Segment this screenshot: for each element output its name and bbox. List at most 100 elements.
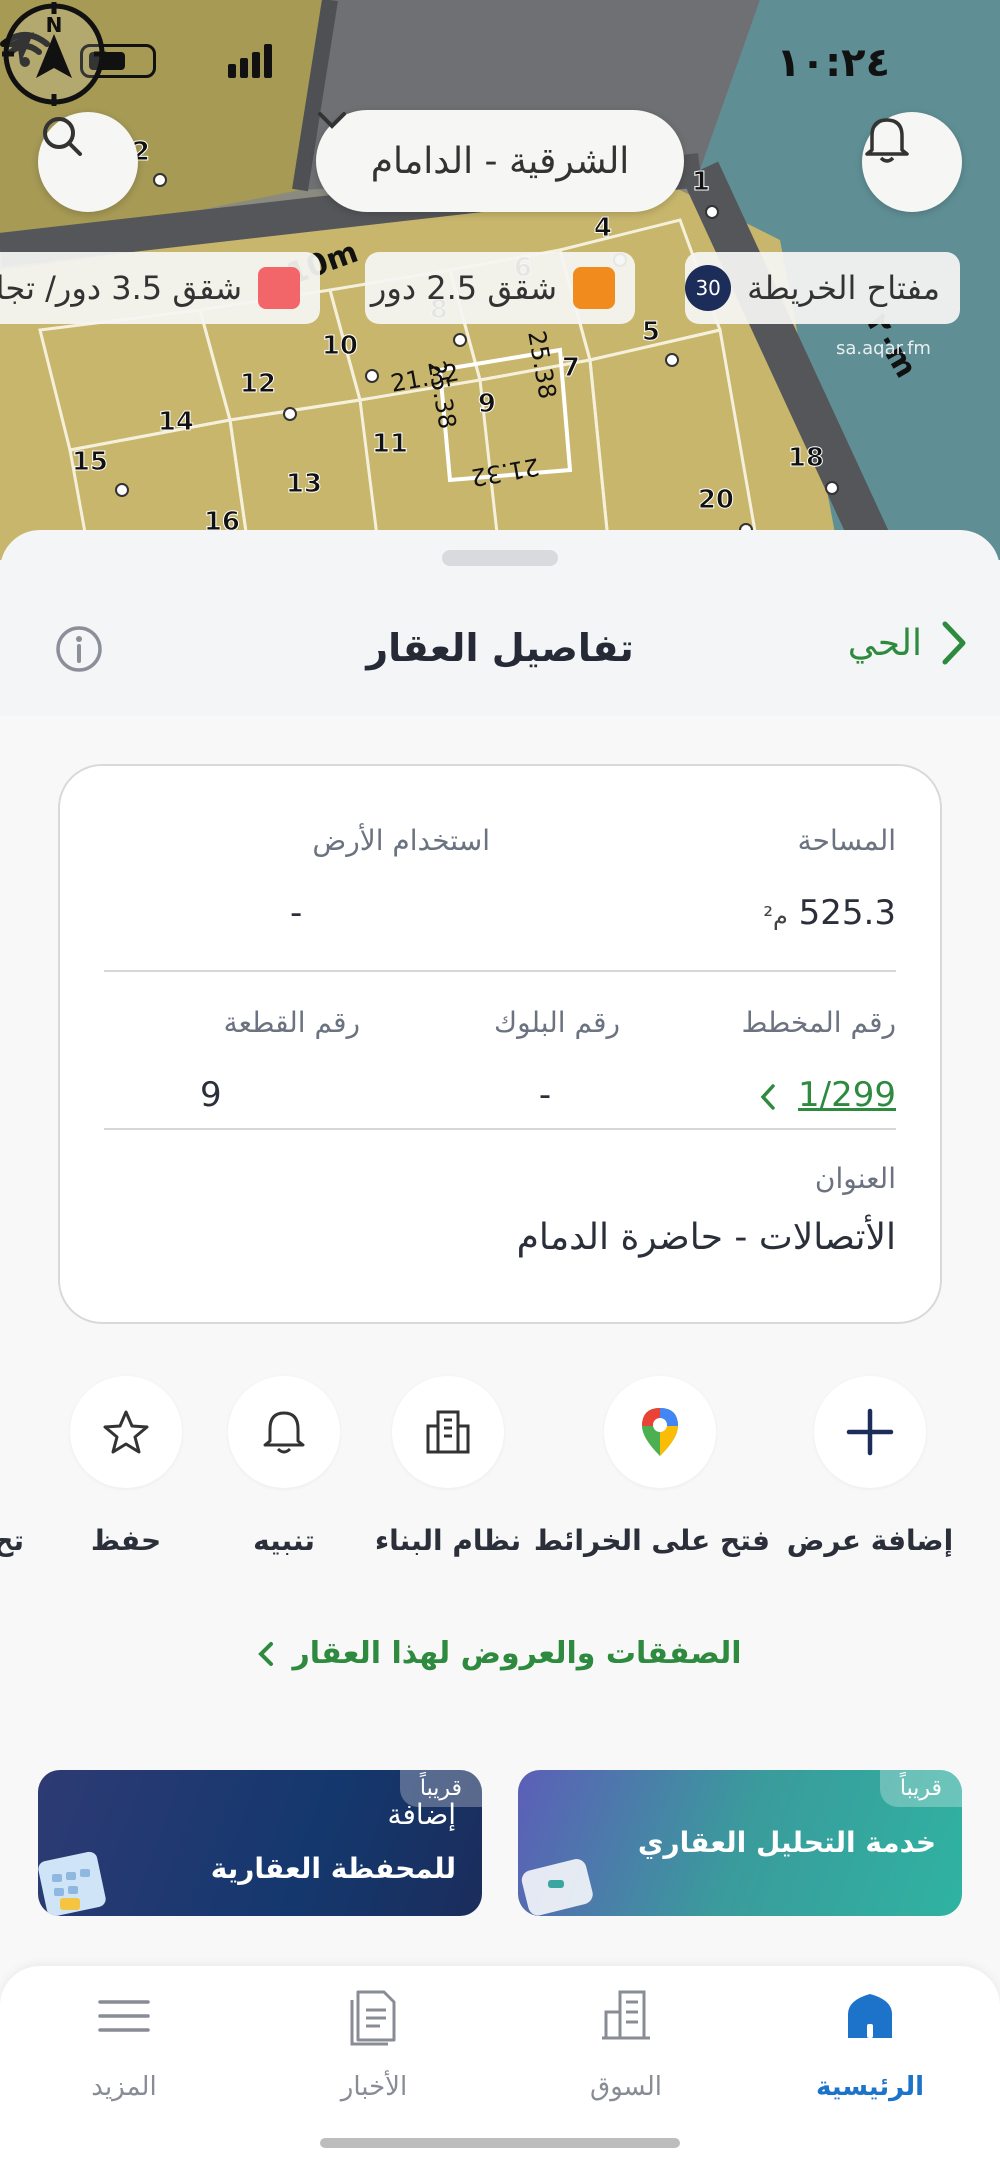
block-number-field: رقم البلوك - — [470, 1006, 620, 1115]
sheet-body: المساحة 525.3 م² استخدام الأرض - رقم الم… — [0, 716, 1000, 2162]
tab-more[interactable]: المزيد — [24, 1986, 224, 2102]
svg-text:4: 4 — [594, 213, 612, 243]
promo-line1: إضافة — [387, 1798, 456, 1831]
search-icon — [43, 117, 82, 156]
land-use-field: استخدام الأرض - — [290, 824, 490, 933]
open-in-maps-label: فتح على الخرائط — [533, 1524, 770, 1557]
map-key-badge: 30 — [685, 265, 732, 311]
legend-swatch-red — [258, 267, 300, 309]
cellular-signal-icon — [228, 44, 284, 78]
tab-home[interactable]: الرئيسية — [770, 1986, 970, 2102]
plan-number-value: 1/299 — [798, 1075, 896, 1115]
svg-text:11: 11 — [372, 429, 408, 459]
svg-text:12: 12 — [240, 369, 276, 399]
map-legend: مفتاح الخريطة 30 شقق 2.5 دور شقق 3.5 دور… — [0, 252, 1000, 324]
status-time: ١٠:٢٤ — [776, 40, 890, 86]
parcel-number-value: 9 — [200, 1075, 222, 1115]
deals-and-offers-link[interactable]: الصفقات والعروض لهذا العقار — [0, 1636, 1000, 1671]
status-bar: ١٠:٢٤ — [0, 30, 1000, 90]
area-number: 525.3 — [798, 893, 896, 933]
add-listing-circle — [814, 1376, 926, 1488]
area-unit: م² — [763, 902, 788, 930]
svg-text:14: 14 — [158, 407, 194, 437]
share-label: تح — [0, 1524, 24, 1557]
map-key-button[interactable]: مفتاح الخريطة 30 — [685, 252, 960, 324]
svg-text:1: 1 — [692, 167, 710, 197]
compass-icon[interactable]: N — [0, 0, 108, 108]
parcel-number-field: رقم القطعة 9 — [200, 1006, 360, 1115]
sheet-header: الحي تفاصيل العقار — [0, 590, 1000, 710]
block-number-label: رقم البلوك — [493, 1006, 620, 1039]
chevron-left-icon — [760, 1083, 775, 1110]
land-use-value: - — [290, 893, 303, 933]
legend-chip-apartments-3-5[interactable]: شقق 3.5 دور/ تجا — [0, 252, 320, 324]
calculator-illustration-icon — [38, 1851, 106, 1916]
share-button[interactable]: تح — [0, 1376, 110, 1576]
tab-home-label: الرئيسية — [815, 2072, 925, 2102]
menu-icon — [98, 2000, 150, 2032]
tab-market[interactable]: السوق — [526, 1986, 726, 2102]
bell-icon — [263, 1411, 305, 1454]
svg-text:10: 10 — [322, 331, 358, 361]
tab-news-label: الأخبار — [340, 2072, 408, 2102]
coming-soon-badge: قريباً — [879, 1770, 962, 1807]
promo-title: خدمة التحليل العقاري — [637, 1826, 936, 1859]
map-key-label: مفتاح الخريطة — [747, 269, 940, 307]
real-estate-analysis-card[interactable]: قريباً خدمة التحليل العقاري — [518, 1770, 962, 1916]
land-use-label: استخدام الأرض — [312, 824, 490, 857]
address-value: الأتصالات - حاضرة الدمام — [516, 1217, 896, 1258]
tab-market-label: السوق — [590, 2072, 662, 2102]
plan-number-link[interactable]: 1/299 — [741, 1075, 896, 1115]
add-listing-button[interactable]: إضافة عرض — [760, 1376, 980, 1576]
promo-line2: للمحفظة العقارية — [210, 1852, 456, 1885]
alert-circle — [228, 1376, 340, 1488]
address-label: العنوان — [814, 1162, 896, 1195]
property-details-card: المساحة 525.3 م² استخدام الأرض - رقم الم… — [58, 764, 942, 1324]
area-value: 525.3 م² — [763, 893, 896, 933]
property-details-sheet: الحي تفاصيل العقار المساحة 525.3 م² استخ… — [0, 530, 1000, 2162]
address-field: العنوان الأتصالات - حاضرة الدمام — [517, 1162, 896, 1258]
region-label: الشرقية - الدامام — [370, 140, 630, 182]
info-icon[interactable] — [54, 624, 104, 674]
plan-number-field: رقم المخطط 1/299 — [741, 1006, 896, 1115]
search-button[interactable] — [38, 112, 138, 212]
legend-chip-apartments-2-5[interactable]: شقق 2.5 دور — [365, 252, 635, 324]
news-icon — [350, 1990, 396, 2046]
add-listing-label: إضافة عرض — [786, 1524, 954, 1557]
action-buttons-row: إضافة عرض فتح على الخرائط نظام البناء تن… — [0, 1376, 1000, 1576]
sheet-title: تفاصيل العقار — [366, 626, 634, 670]
area-label: المساحة — [797, 824, 896, 857]
map-view[interactable]: 1 2 4 5 6 7 8 9 10 11 12 13 14 15 16 18 … — [0, 0, 1000, 560]
card-illustration-icon — [521, 1859, 593, 1916]
svg-text:13: 13 — [286, 469, 322, 499]
legend-chip-label: شقق 2.5 دور — [370, 269, 557, 307]
tab-news[interactable]: الأخبار — [274, 1986, 474, 2102]
svg-text:18: 18 — [788, 443, 824, 473]
watermark: sa.aqar.fm — [836, 338, 931, 359]
svg-text:7: 7 — [562, 353, 580, 383]
sheet-grabber[interactable] — [442, 550, 558, 566]
svg-text:20: 20 — [698, 485, 734, 515]
bell-icon — [865, 118, 909, 163]
block-number-value: - — [538, 1075, 552, 1115]
open-in-maps-circle — [604, 1376, 716, 1488]
parcel-number-label: رقم القطعة — [223, 1006, 360, 1039]
home-icon — [848, 1994, 892, 2038]
notifications-button[interactable] — [862, 112, 962, 212]
deals-link-label: الصفقات والعروض لهذا العقار — [292, 1636, 742, 1671]
legend-swatch-orange — [573, 267, 615, 309]
plan-number-label: رقم المخطط — [741, 1006, 896, 1039]
divider — [104, 970, 896, 972]
divider — [104, 1128, 896, 1130]
region-dropdown[interactable]: الشرقية - الدامام — [316, 110, 684, 212]
tab-more-label: المزيد — [91, 2072, 157, 2102]
compass-north-label: N — [46, 13, 63, 37]
building-code-circle — [392, 1376, 504, 1488]
chevron-left-icon — [258, 1641, 274, 1666]
svg-text:15: 15 — [72, 447, 108, 477]
plus-icon — [846, 1408, 894, 1456]
open-in-maps-button[interactable]: فتح على الخرائط — [533, 1376, 770, 1576]
home-indicator[interactable] — [320, 2138, 680, 2148]
map-pin-icon — [642, 1408, 678, 1456]
add-to-portfolio-card[interactable]: قريباً إضافة للمحفظة العقارية — [38, 1770, 482, 1916]
